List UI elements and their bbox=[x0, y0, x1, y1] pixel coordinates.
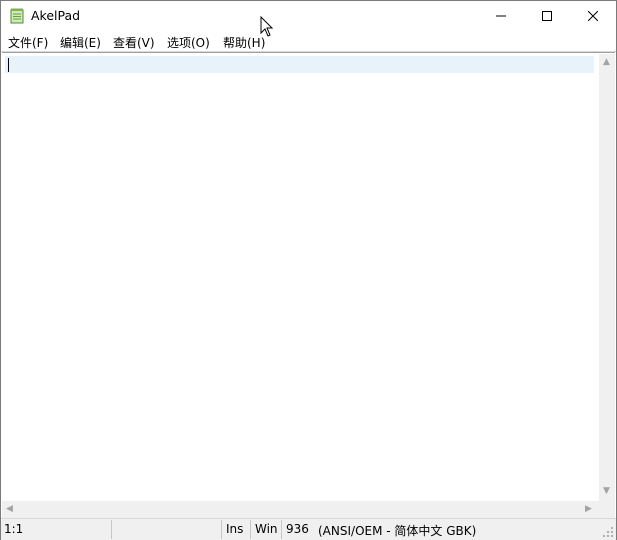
menu-file[interactable]: 文件(F) bbox=[8, 34, 48, 51]
status-bar: 1:1 Ins Win 936 (ANSI/OEM - 简体中文 GBK) bbox=[1, 518, 616, 540]
minimize-button[interactable] bbox=[478, 1, 524, 31]
title-bar[interactable]: AkelPad bbox=[1, 1, 616, 31]
menu-edit[interactable]: 编辑(E) bbox=[60, 34, 101, 51]
horizontal-scrollbar[interactable]: ◀ ▶ bbox=[2, 501, 599, 518]
status-encoding[interactable]: (ANSI/OEM - 简体中文 GBK) bbox=[318, 522, 476, 539]
scrollbar-corner bbox=[599, 501, 615, 518]
mouse-cursor-icon bbox=[260, 16, 274, 37]
maximize-button[interactable] bbox=[524, 1, 570, 31]
status-newline[interactable]: Win bbox=[255, 522, 278, 536]
menu-bar: 文件(F) 编辑(E) 查看(V) 选项(O) 帮助(H) bbox=[1, 31, 616, 51]
notepad-icon bbox=[10, 8, 24, 24]
vertical-scrollbar[interactable]: ▲ ▼ bbox=[599, 54, 615, 501]
close-button[interactable] bbox=[570, 1, 616, 31]
status-divider bbox=[111, 520, 112, 539]
current-line-highlight bbox=[5, 56, 594, 73]
status-divider bbox=[250, 520, 251, 539]
scroll-right-icon[interactable]: ▶ bbox=[585, 505, 592, 514]
status-position[interactable]: 1:1 bbox=[4, 522, 23, 536]
scroll-up-icon[interactable]: ▲ bbox=[603, 58, 610, 67]
window-title: AkelPad bbox=[31, 8, 81, 23]
editor-area[interactable]: ▲ ▼ ◀ ▶ bbox=[2, 52, 615, 519]
maximize-icon bbox=[542, 11, 552, 21]
resize-grip-icon[interactable] bbox=[603, 527, 614, 538]
app-window: AkelPad 文件(F) 编辑(E) 查看(V) 选项(O) 帮助(H) ▲ … bbox=[0, 0, 617, 540]
status-codepage[interactable]: 936 bbox=[286, 522, 309, 536]
status-insert-mode[interactable]: Ins bbox=[226, 522, 243, 536]
scroll-down-icon[interactable]: ▼ bbox=[603, 487, 610, 496]
status-divider bbox=[221, 520, 222, 539]
menu-options[interactable]: 选项(O) bbox=[167, 34, 210, 51]
close-icon bbox=[588, 11, 598, 21]
menu-view[interactable]: 查看(V) bbox=[113, 34, 155, 51]
scroll-left-icon[interactable]: ◀ bbox=[6, 505, 13, 514]
minimize-icon bbox=[496, 15, 506, 17]
status-divider bbox=[281, 520, 282, 539]
text-caret bbox=[8, 58, 9, 72]
